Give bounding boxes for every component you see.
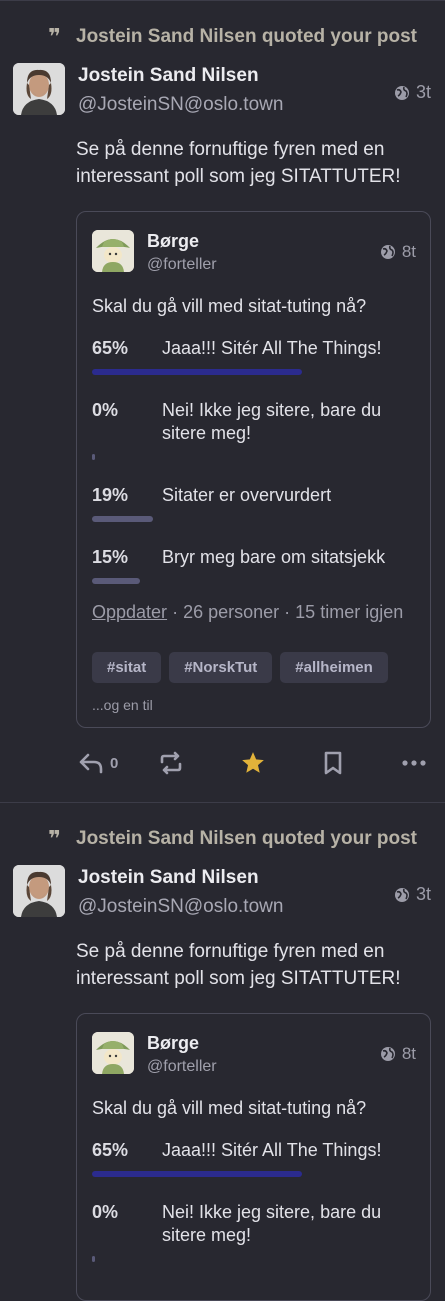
- quoted-timestamp[interactable]: 8t: [402, 1044, 416, 1064]
- status-content: Se på denne fornuftige fyren med en inte…: [76, 941, 401, 989]
- globe-icon: [380, 245, 395, 259]
- poll-option-label: Nei! Ikke jeg sitere, bare du sitere meg…: [162, 400, 382, 443]
- notification: ❞ Jostein Sand Nilsen quoted your post J…: [0, 0, 445, 802]
- quoted-author-name[interactable]: Børge: [147, 231, 380, 252]
- poll: 65% Jaaa!!! Sitér All The Things! 0% Nei! …: [92, 1139, 416, 1262]
- poll-refresh-link[interactable]: Oppdater: [92, 602, 167, 622]
- poll-percent: 0%: [92, 1202, 119, 1222]
- status-meta: 3t: [394, 871, 431, 918]
- timestamp[interactable]: 3t: [416, 884, 431, 905]
- quoted-meta: 8t: [380, 230, 416, 274]
- quoted-author-handle[interactable]: @forteller: [147, 1058, 380, 1076]
- status-meta: 3t: [394, 69, 431, 116]
- poll-option-label: Sitater er overvurdert: [162, 485, 332, 505]
- author-handle[interactable]: @JosteinSN@oslo.town: [78, 94, 394, 116]
- poll: 65% Jaaa!!! Sitér All The Things! 0% Nei! …: [92, 337, 416, 584]
- more-hashtags-link[interactable]: ...og en til: [92, 697, 416, 713]
- quoted-timestamp[interactable]: 8t: [402, 242, 416, 262]
- poll-option: 15% Bryr meg bare om sitatsjekk: [92, 546, 416, 584]
- quoted-author-handle[interactable]: @forteller: [147, 256, 380, 274]
- bookmark-icon: [324, 751, 342, 775]
- more-icon: [402, 760, 426, 766]
- quoted-author-name[interactable]: Børge: [147, 1033, 380, 1054]
- hashtag[interactable]: #NorskTut: [169, 652, 273, 683]
- poll-percent: 15%: [92, 547, 129, 567]
- poll-bar: [92, 454, 95, 460]
- author-handle[interactable]: @JosteinSN@oslo.town: [78, 896, 394, 918]
- reply-button[interactable]: 0: [78, 752, 158, 774]
- poll-percent: 65%: [92, 338, 129, 358]
- poll-footer: Oppdater · 26 personer · 15 timer igjen: [92, 602, 404, 622]
- notification: ❞ Jostein Sand Nilsen quoted your post J…: [0, 802, 445, 1301]
- avatar[interactable]: [13, 865, 65, 917]
- quoted-avatar[interactable]: [92, 1032, 134, 1074]
- poll-option: 0% Nei! Ikke jeg sitere, bare du sitere m…: [92, 1201, 416, 1262]
- poll-option: 65% Jaaa!!! Sitér All The Things!: [92, 337, 416, 375]
- more-button[interactable]: [402, 760, 426, 766]
- action-bar: 0: [0, 728, 445, 802]
- status-content: Se på denne fornuftige fyren med en inte…: [76, 139, 401, 187]
- poll-option-label: Jaaa!!! Sitér All The Things!: [162, 338, 382, 358]
- poll-option: 19% Sitater er overvurdert: [92, 484, 416, 522]
- notification-label: Jostein Sand Nilsen quoted your post: [76, 828, 417, 849]
- star-icon: [242, 752, 264, 773]
- hashtag[interactable]: #allheimen: [280, 652, 388, 683]
- author-name[interactable]: Jostein Sand Nilsen: [78, 867, 394, 889]
- author-name[interactable]: Jostein Sand Nilsen: [78, 65, 394, 87]
- poll-option-label: Nei! Ikke jeg sitere, bare du sitere meg…: [162, 1202, 382, 1245]
- poll-percent: 65%: [92, 1140, 129, 1160]
- poll-option: 0% Nei! Ikke jeg sitere, bare du sitere m…: [92, 399, 416, 460]
- hashtag-bar: #sitat #NorskTut #allheimen: [92, 652, 416, 683]
- quoted-meta: 8t: [380, 1032, 416, 1076]
- avatar[interactable]: [13, 63, 65, 115]
- poll-bar: [92, 1256, 95, 1262]
- poll-remaining: 15 timer igjen: [295, 602, 404, 622]
- status-header: Jostein Sand Nilsen @JosteinSN@oslo.town…: [0, 851, 445, 918]
- quoted-avatar[interactable]: [92, 230, 134, 272]
- notification-label-row: ❞ Jostein Sand Nilsen quoted your post: [0, 803, 445, 851]
- status-header: Jostein Sand Nilsen @JosteinSN@oslo.town…: [0, 49, 445, 116]
- poll-option-label: Bryr meg bare om sitatsjekk: [162, 547, 386, 567]
- poll-percent: 19%: [92, 485, 129, 505]
- hashtag[interactable]: #sitat: [92, 652, 162, 683]
- notification-label: Jostein Sand Nilsen quoted your post: [76, 26, 417, 47]
- poll-bar: [92, 516, 153, 522]
- quote-icon: ❞: [48, 826, 61, 851]
- poll-option-label: Jaaa!!! Sitér All The Things!: [162, 1140, 382, 1160]
- bookmark-button[interactable]: [322, 750, 402, 776]
- poll-voters: 26 personer: [183, 602, 280, 622]
- poll-bar: [92, 578, 140, 584]
- poll-option: 65% Jaaa!!! Sitér All The Things!: [92, 1139, 416, 1177]
- boost-button[interactable]: [158, 751, 240, 775]
- globe-icon: [394, 887, 409, 902]
- quoted-post[interactable]: Børge @forteller 8t Skal du gå vill med …: [76, 1013, 431, 1301]
- quoted-content: Skal du gå vill med sitat-tuting nå?: [92, 296, 367, 316]
- boost-icon: [160, 751, 182, 775]
- globe-icon: [394, 85, 409, 100]
- quoted-content: Skal du gå vill med sitat-tuting nå?: [92, 1098, 367, 1118]
- poll-bar: [92, 1171, 302, 1177]
- quoted-post[interactable]: Børge @forteller 8t Skal du gå vill med …: [76, 211, 431, 728]
- quote-icon: ❞: [48, 24, 61, 49]
- poll-bar: [92, 369, 302, 375]
- poll-percent: 0%: [92, 400, 119, 420]
- favourite-button[interactable]: [240, 750, 322, 776]
- timestamp[interactable]: 3t: [416, 82, 431, 103]
- globe-icon: [380, 1047, 395, 1061]
- notification-label-row: ❞ Jostein Sand Nilsen quoted your post: [0, 1, 445, 49]
- reply-icon: [79, 753, 103, 774]
- reply-count: 0: [110, 754, 119, 772]
